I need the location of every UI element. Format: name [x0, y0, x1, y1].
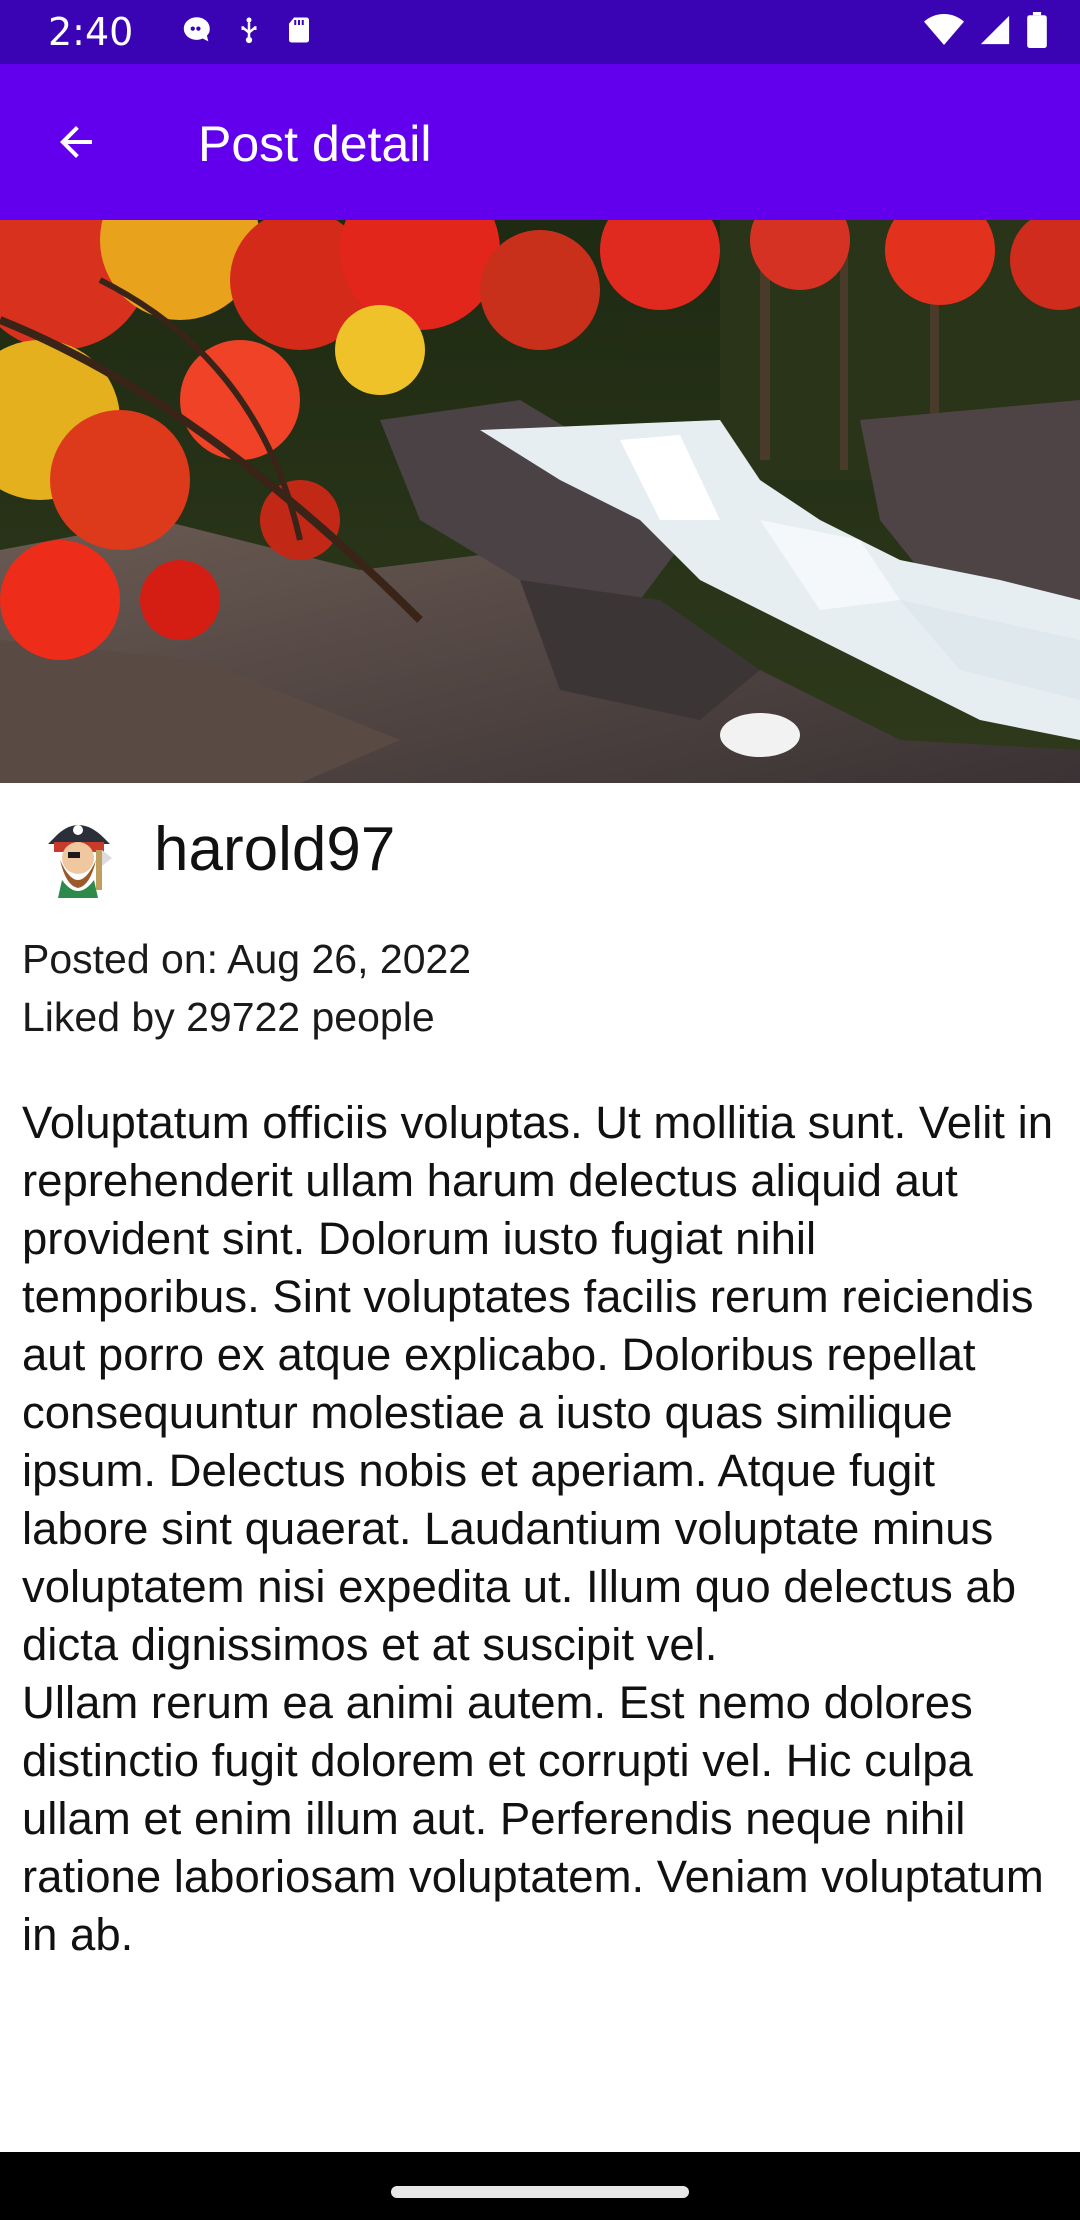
avatar[interactable] — [32, 810, 124, 902]
status-system-icons — [924, 11, 1048, 53]
app-bar: Post detail — [0, 64, 1080, 220]
pirate-avatar-icon — [48, 825, 112, 898]
author-row[interactable]: harold97 — [0, 800, 1080, 910]
status-time: 2:40 — [48, 10, 134, 54]
post-meta: Posted on: Aug 26, 2022 Liked by 29722 p… — [22, 930, 1058, 1046]
post-body: Voluptatum officiis voluptas. Ut molliti… — [22, 1094, 1062, 1964]
battery-icon — [1026, 11, 1048, 53]
posted-on-text: Posted on: Aug 26, 2022 — [22, 936, 472, 982]
wifi-icon — [924, 13, 964, 52]
status-bar: 2:40 — [0, 0, 1080, 64]
post-image — [0, 220, 1080, 783]
author-username[interactable]: harold97 — [154, 812, 395, 888]
post-detail-screen: 2:40 Post detail harold97 Posted on: Aug… — [0, 0, 1080, 2220]
home-gesture-handle[interactable] — [391, 2186, 689, 2198]
post-paragraph: Ullam rerum ea animi autem. Est nemo dol… — [22, 1677, 1044, 1960]
page-title: Post detail — [198, 116, 432, 172]
cellular-signal-icon — [978, 13, 1012, 52]
likes-count-text: Liked by 29722 people — [22, 994, 435, 1040]
usb-debug-icon — [234, 13, 264, 52]
status-notification-icons — [180, 12, 314, 52]
sd-card-icon — [284, 13, 314, 52]
arrow-back-icon — [52, 118, 100, 171]
system-nav-bar — [0, 2152, 1080, 2220]
back-button[interactable] — [36, 104, 116, 184]
chat-notification-icon — [180, 13, 214, 52]
post-paragraph: Voluptatum officiis voluptas. Ut molliti… — [22, 1097, 1053, 1670]
